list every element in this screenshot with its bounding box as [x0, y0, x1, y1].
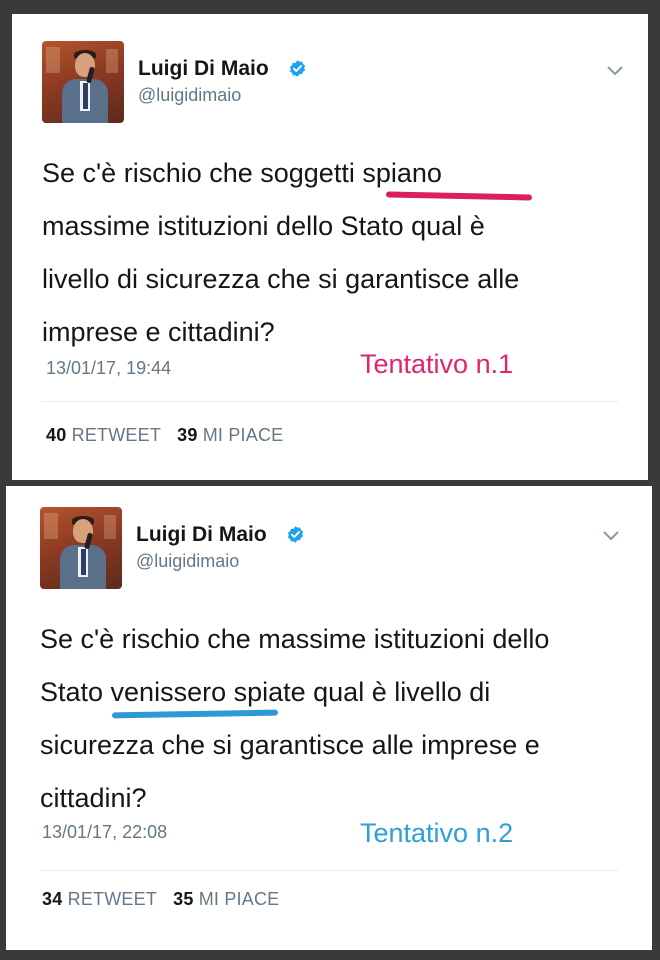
- verified-badge-icon: [289, 60, 306, 77]
- tweet-text-line: sicurezza che si garantisce alle imprese…: [40, 730, 540, 760]
- tweet-text-line: Stato venissero spiate qual è livello di: [40, 677, 491, 707]
- tweet-timestamp[interactable]: 13/01/17, 22:08: [42, 822, 167, 843]
- author-handle[interactable]: @luigidimaio: [136, 551, 239, 572]
- retweet-label[interactable]: RETWEET: [72, 425, 161, 445]
- like-count[interactable]: 39: [177, 425, 197, 445]
- like-label[interactable]: MI PIACE: [199, 889, 280, 909]
- tweet-stats: 34 RETWEET 35 MI PIACE: [42, 889, 279, 910]
- author-name[interactable]: Luigi Di Maio: [136, 523, 267, 547]
- divider: [42, 401, 618, 402]
- tweet-card-1[interactable]: Luigi Di Maio @luigidimaio Se c'è rischi…: [12, 14, 648, 480]
- avatar[interactable]: [42, 41, 124, 123]
- chevron-down-icon[interactable]: [607, 66, 623, 76]
- retweet-label[interactable]: RETWEET: [68, 889, 157, 909]
- avatar[interactable]: [40, 507, 122, 589]
- retweet-count[interactable]: 34: [42, 889, 62, 909]
- author-handle[interactable]: @luigidimaio: [138, 85, 241, 106]
- tweet-text-line: livello di sicurezza che si garantisce a…: [42, 264, 520, 294]
- tweet-card-2[interactable]: Luigi Di Maio @luigidimaio Se c'è rischi…: [6, 486, 652, 950]
- chevron-down-icon[interactable]: [603, 531, 619, 541]
- tweet-text-line: massime istituzioni dello Stato qual è: [42, 211, 485, 241]
- tweet-stats: 40 RETWEET 39 MI PIACE: [46, 425, 283, 446]
- tweet-text-line: Se c'è rischio che massime istituzioni d…: [40, 624, 550, 654]
- attempt-annotation: Tentativo n.1: [360, 349, 514, 379]
- retweet-count[interactable]: 40: [46, 425, 66, 445]
- verified-badge-icon: [287, 526, 304, 543]
- author-name[interactable]: Luigi Di Maio: [138, 57, 269, 81]
- like-count[interactable]: 35: [173, 889, 193, 909]
- divider: [40, 870, 618, 871]
- tweet-timestamp[interactable]: 13/01/17, 19:44: [46, 358, 171, 379]
- attempt-annotation: Tentativo n.2: [360, 818, 514, 848]
- tweet-text: Se c'è rischio che massime istituzioni d…: [40, 613, 549, 825]
- like-label[interactable]: MI PIACE: [203, 425, 284, 445]
- tweet-text: Se c'è rischio che soggetti spiano massi…: [42, 147, 519, 359]
